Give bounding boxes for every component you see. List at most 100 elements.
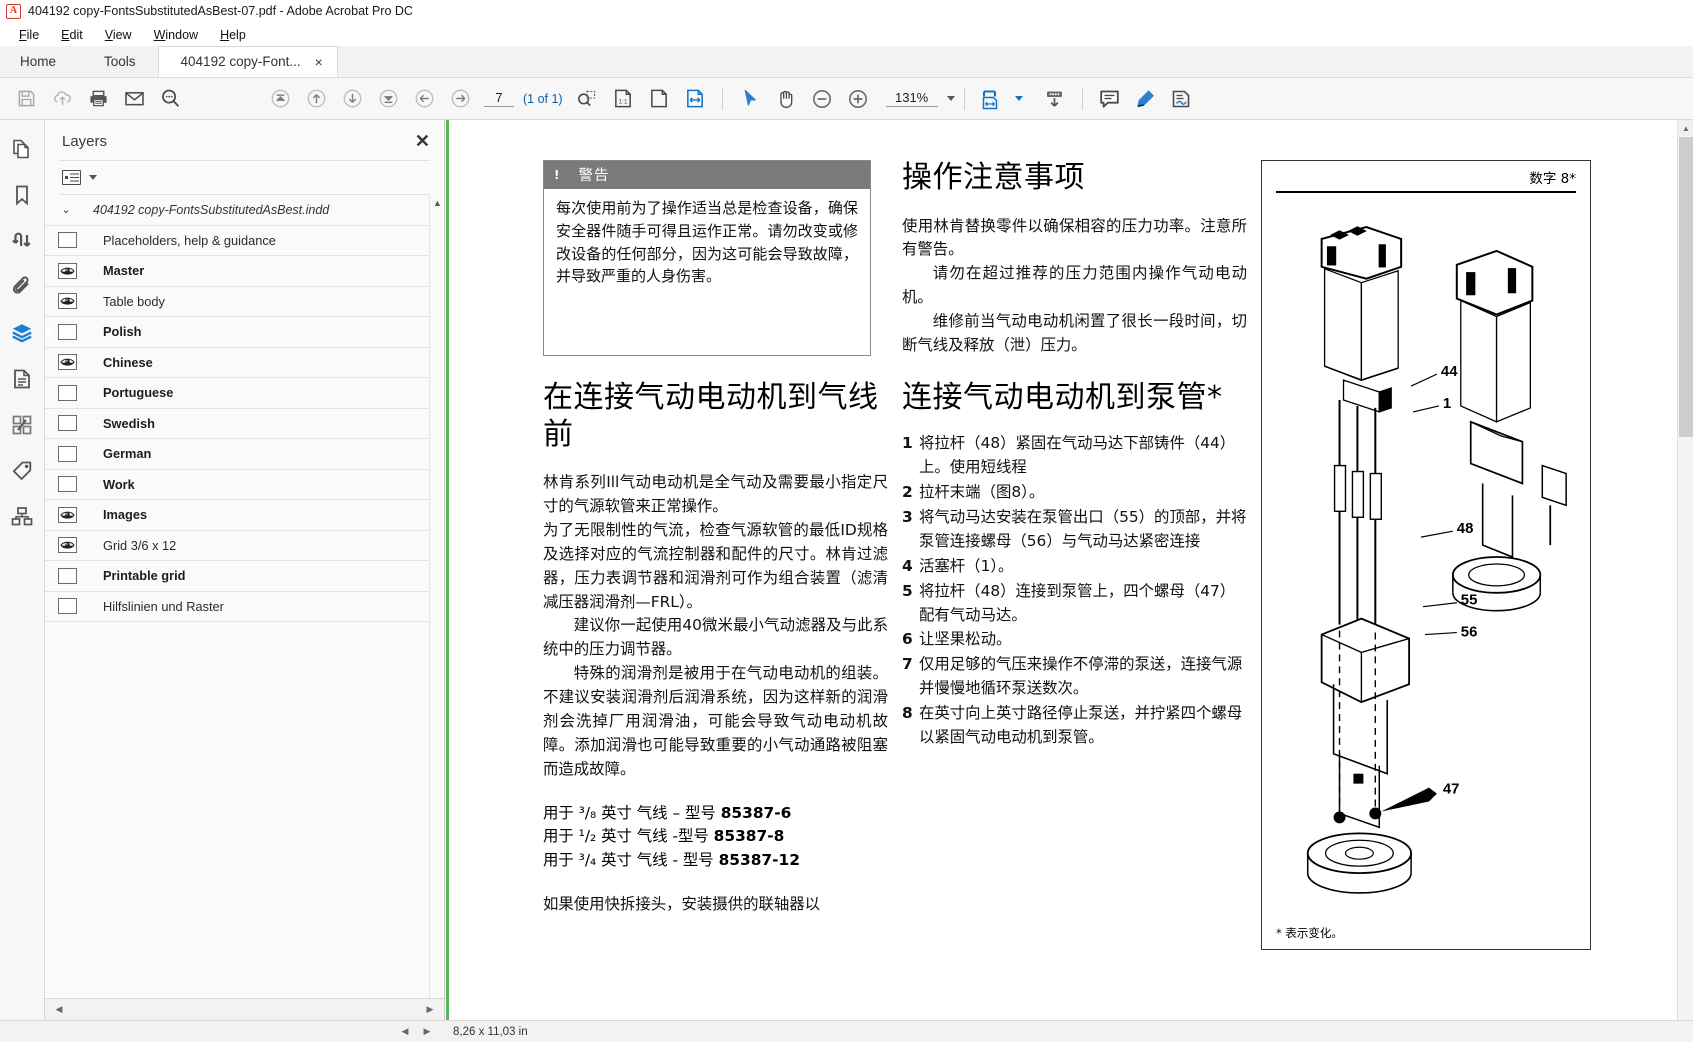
step-item: 1 将拉杆（48）紧固在气动马达下部铸件（44）上。使用短线程 xyxy=(902,432,1247,480)
tab-document[interactable]: 404192 copy-Font... × xyxy=(157,46,338,77)
search-icon[interactable] xyxy=(152,82,188,116)
menu-window[interactable]: Window xyxy=(143,26,209,44)
content-document-icon[interactable] xyxy=(6,363,38,395)
zoom-out-icon[interactable] xyxy=(804,82,840,116)
layer-row[interactable]: German xyxy=(45,439,444,470)
hand-tool-icon[interactable] xyxy=(768,82,804,116)
layer-row[interactable]: Table body xyxy=(45,287,444,317)
title-bar: A 404192 copy-FontsSubstitutedAsBest-07.… xyxy=(0,0,1693,23)
upload-cloud-icon[interactable] xyxy=(44,82,80,116)
page-display-icon[interactable] xyxy=(974,82,1010,116)
layer-visible-eye-icon[interactable] xyxy=(58,537,77,554)
destination-tag-icon[interactable] xyxy=(6,455,38,487)
close-icon[interactable]: ✕ xyxy=(415,132,430,150)
layer-label: Printable grid xyxy=(103,568,186,584)
select-tool-icon[interactable] xyxy=(732,82,768,116)
back-icon[interactable] xyxy=(406,82,442,116)
layer-visible-eye-icon[interactable] xyxy=(58,506,77,523)
model-tree-icon[interactable] xyxy=(6,501,38,533)
layer-visible-eye-icon[interactable] xyxy=(58,293,77,310)
layer-row[interactable]: Placeholders, help & guidance xyxy=(45,226,444,256)
layers-document-node[interactable]: ⌄ 404192 copy-FontsSubstitutedAsBest.ind… xyxy=(45,195,444,226)
layer-row[interactable]: Swedish xyxy=(45,409,444,439)
menu-file[interactable]: File xyxy=(8,26,50,44)
layer-visible-eye-icon[interactable] xyxy=(58,262,77,279)
layer-row[interactable]: Printable grid xyxy=(45,561,444,592)
tags-grid-icon[interactable] xyxy=(6,409,38,441)
layers-icon[interactable] xyxy=(6,317,52,349)
comment-icon[interactable] xyxy=(1092,82,1128,116)
tab-home[interactable]: Home xyxy=(0,46,83,77)
chevron-down-icon[interactable] xyxy=(946,96,955,101)
step-text: 将拉杆（48）连接到泵管上，四个螺母（47）配有气动马达。 xyxy=(919,581,1236,624)
email-icon[interactable] xyxy=(116,82,152,116)
step-number: 6 xyxy=(902,630,913,649)
chevron-down-icon[interactable] xyxy=(89,175,97,180)
scroll-up-icon[interactable]: ▲ xyxy=(430,195,444,210)
layer-hidden-checkbox[interactable] xyxy=(58,232,77,249)
menu-edit[interactable]: Edit xyxy=(50,26,94,44)
list-options-icon[interactable] xyxy=(62,170,81,185)
figure-callout-44: 44 xyxy=(1441,364,1458,380)
pages-icon[interactable] xyxy=(6,133,38,165)
zoom-level-input[interactable] xyxy=(885,90,938,107)
layer-visible-eye-icon[interactable] xyxy=(58,354,77,371)
zoom-control xyxy=(885,90,955,107)
zoom-in-icon[interactable] xyxy=(840,82,876,116)
layer-hidden-checkbox[interactable] xyxy=(58,323,77,340)
fit-page-icon[interactable] xyxy=(641,82,677,116)
next-page-icon[interactable] xyxy=(334,82,370,116)
layer-hidden-checkbox[interactable] xyxy=(58,567,77,584)
layer-row[interactable]: Polish xyxy=(45,317,444,348)
viewer-scroll-area[interactable]: ! 警告 每次使用前为了操作适当总是检查设备，确保安全器件随手可得且运作正常。请… xyxy=(445,120,1693,1020)
navigation-rail xyxy=(0,120,52,1020)
layer-hidden-checkbox[interactable] xyxy=(58,445,77,462)
paperclip-icon[interactable] xyxy=(6,271,38,303)
layer-row[interactable]: Hilfslinien und Raster xyxy=(45,592,444,622)
zoom-selection-icon[interactable] xyxy=(569,82,605,116)
scroll-up-icon[interactable]: ▲ xyxy=(1678,120,1693,136)
sign-icon[interactable] xyxy=(1164,82,1200,116)
paragraph: 使用林肯替换零件以确保相容的压力功率。注意所有警告。 xyxy=(902,216,1247,259)
print-icon[interactable] xyxy=(80,82,116,116)
layer-row[interactable]: Portuguese xyxy=(45,378,444,409)
menu-view[interactable]: View xyxy=(94,26,143,44)
step-number: 1 xyxy=(902,434,913,453)
layer-hidden-checkbox[interactable] xyxy=(58,598,77,615)
panel-scroll-right-icon[interactable]: ▶ xyxy=(422,1002,438,1018)
layer-hidden-checkbox[interactable] xyxy=(58,415,77,432)
scroll-down-icon[interactable] xyxy=(1037,82,1073,116)
actual-size-icon[interactable]: 1:1 xyxy=(605,82,641,116)
panel-scroll-left-icon[interactable]: ◀ xyxy=(51,1002,67,1018)
page-number-input[interactable] xyxy=(484,90,514,107)
scroll-left-icon[interactable]: ◀ xyxy=(397,1024,413,1040)
column-figure: 数字 8* 44 1 48 55 56 47 * 表示变化。 xyxy=(1261,160,1601,1020)
layers-scrollbar[interactable]: ▲ xyxy=(429,195,444,998)
page-columns: ! 警告 每次使用前为了操作适当总是检查设备，确保安全器件随手可得且运作正常。请… xyxy=(543,160,1651,1020)
page-display-chevron-icon[interactable] xyxy=(1014,96,1023,101)
menu-help[interactable]: Help xyxy=(209,26,257,44)
scroll-right-icon[interactable]: ▶ xyxy=(419,1024,435,1040)
layer-hidden-checkbox[interactable] xyxy=(58,476,77,493)
layer-row[interactable]: Grid 3/6 x 12 xyxy=(45,531,444,561)
layer-row[interactable]: Images xyxy=(45,500,444,531)
last-page-icon[interactable] xyxy=(370,82,406,116)
forward-icon[interactable] xyxy=(442,82,478,116)
close-icon[interactable]: × xyxy=(315,55,323,69)
scrollbar-thumb[interactable] xyxy=(1679,137,1693,437)
first-page-icon[interactable] xyxy=(262,82,298,116)
bookmark-icon[interactable] xyxy=(6,179,38,211)
layer-row[interactable]: Work xyxy=(45,470,444,500)
chevron-down-icon[interactable]: ⌄ xyxy=(55,203,77,216)
layer-row[interactable]: Master xyxy=(45,256,444,287)
tab-tools[interactable]: Tools xyxy=(82,46,158,77)
viewer-vertical-scrollbar[interactable]: ▲ xyxy=(1677,120,1693,1020)
column-right-text: 操作注意事项 使用林肯替换零件以确保相容的压力功率。注意所有警告。 请勿在超过推… xyxy=(902,160,1247,1020)
layer-row[interactable]: Chinese xyxy=(45,348,444,378)
layer-hidden-checkbox[interactable] xyxy=(58,384,77,401)
previous-page-icon[interactable] xyxy=(298,82,334,116)
save-icon[interactable] xyxy=(8,82,44,116)
highlight-icon[interactable] xyxy=(1128,82,1164,116)
fit-width-icon[interactable] xyxy=(677,82,713,116)
reorder-icon[interactable] xyxy=(6,225,38,257)
